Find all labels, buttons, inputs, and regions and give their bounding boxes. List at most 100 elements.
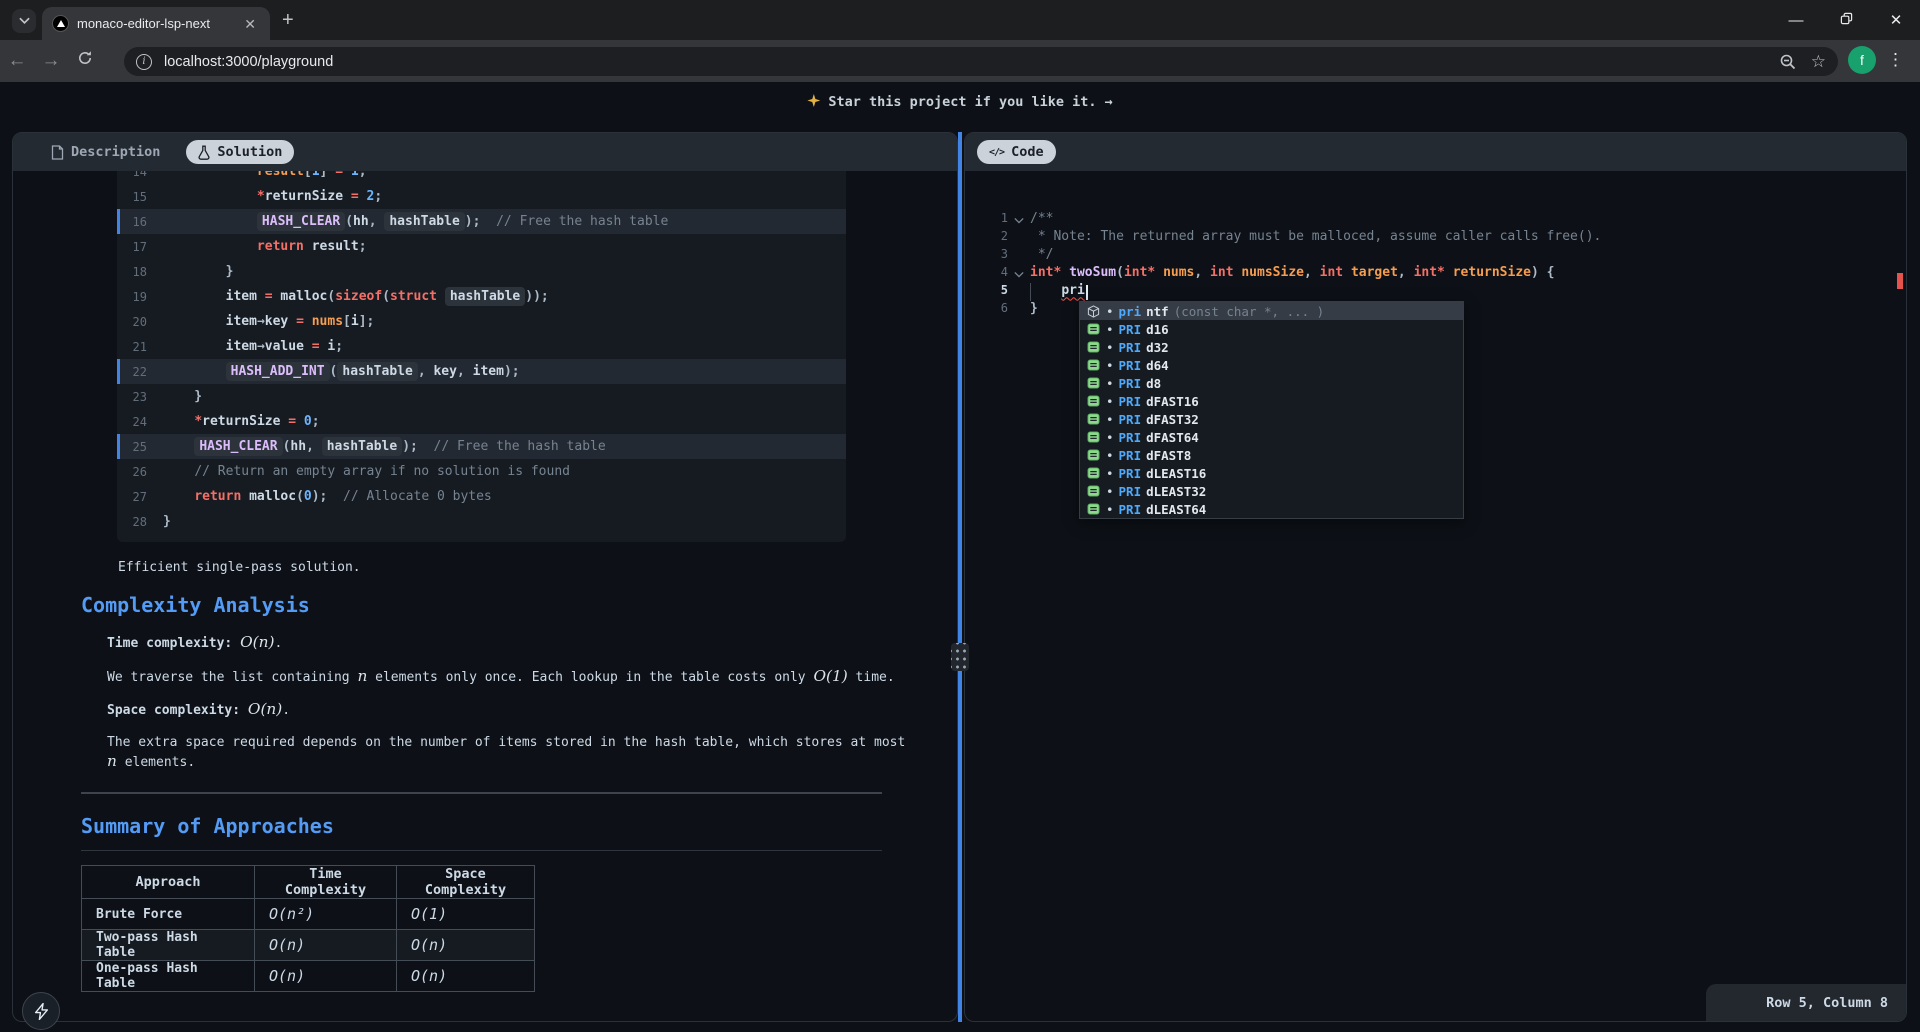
tab-description[interactable]: Description (39, 140, 172, 164)
section-divider (81, 792, 882, 794)
suggestion-item[interactable]: •printf(const char *, ... ) (1080, 302, 1463, 320)
table-cell: Brute Force (82, 899, 255, 930)
editor-line: 4int* twoSum(int* nums, int numsSize, in… (965, 263, 1906, 281)
tab-close-icon[interactable]: ✕ (240, 16, 260, 32)
arrow-right-icon: → (1105, 94, 1113, 110)
autocomplete-dropdown: •printf(const char *, ... )•PRId16•PRId3… (1079, 301, 1464, 519)
editor-line: 5 pri (965, 281, 1906, 299)
window-restore-button[interactable] (1836, 12, 1856, 29)
line-number: 22 (117, 365, 147, 379)
site-info-icon[interactable]: i (136, 54, 152, 70)
code-line: 24 *returnSize = 0; (117, 409, 846, 434)
suggestion-item[interactable]: •PRIdLEAST16 (1080, 464, 1463, 482)
browser-titlebar: monaco-editor-lsp-next ✕ + — ✕ (0, 0, 1920, 40)
constant-icon (1087, 431, 1100, 443)
error-marker (1897, 273, 1903, 289)
constant-icon (1087, 359, 1100, 371)
suggestion-item[interactable]: •PRIdFAST32 (1080, 410, 1463, 428)
code-line: 20 item→key = nums[i]; (117, 309, 846, 334)
code-line: 27 return malloc(0); // Allocate 0 bytes (117, 484, 846, 509)
line-number: 20 (117, 315, 147, 329)
line-number: 19 (117, 290, 147, 304)
back-button[interactable]: ← (0, 50, 34, 72)
new-tab-button[interactable]: + (282, 10, 294, 30)
suggestion-item[interactable]: •PRIdFAST8 (1080, 446, 1463, 464)
suggestion-item[interactable]: •PRId8 (1080, 374, 1463, 392)
tab-code[interactable]: </> Code (977, 140, 1056, 164)
star-project-banner[interactable]: Star this project if you like it. → (0, 94, 1920, 110)
table-cell: O(n) (397, 930, 535, 961)
resize-grip-icon[interactable] (951, 643, 969, 671)
suggestion-item[interactable]: •PRIdLEAST64 (1080, 500, 1463, 518)
editor-line: 2 * Note: The returned array must be mal… (965, 227, 1906, 245)
panel-resize-handle[interactable] (958, 132, 962, 1022)
zoom-icon[interactable] (1779, 53, 1797, 71)
flask-icon (198, 145, 210, 160)
constant-icon (1087, 467, 1100, 479)
line-number: 26 (117, 465, 147, 479)
quick-action-button[interactable] (22, 992, 60, 1030)
space-complexity-desc: The extra space required depends on the … (107, 733, 907, 772)
line-number: 28 (117, 515, 147, 529)
summary-heading: Summary of Approaches (81, 814, 882, 851)
url-text[interactable]: localhost:3000/playground (164, 54, 1765, 70)
page-background: Star this project if you like it. → Descr… (0, 82, 1920, 1032)
line-number: 25 (117, 440, 147, 454)
tab-solution[interactable]: Solution (186, 140, 294, 164)
tab-search-button[interactable] (12, 9, 36, 33)
table-cell: O(n²) (255, 899, 397, 930)
cursor-position: Row 5, Column 8 (1766, 995, 1888, 1011)
zap-icon (34, 1003, 49, 1020)
code-line: 16 HASH_CLEAR(hh, hashTable); // Free th… (117, 209, 846, 234)
monaco-editor[interactable]: 1/**2 * Note: The returned array must be… (965, 171, 1906, 1021)
suggestion-item[interactable]: •PRIdLEAST32 (1080, 482, 1463, 500)
editor-line-number: 3 (965, 247, 1008, 261)
suggestion-item[interactable]: •PRIdFAST16 (1080, 392, 1463, 410)
reload-button[interactable] (68, 50, 102, 72)
editor-line-number: 1 (965, 211, 1008, 225)
suggestion-item[interactable]: •PRId32 (1080, 338, 1463, 356)
banner-text: Star this project if you like it. (828, 94, 1096, 110)
indent-guide (1030, 283, 1031, 301)
code-line: 21 item→value = i; (117, 334, 846, 359)
code-line: 25 HASH_CLEAR(hh, hashTable); // Free th… (117, 434, 846, 459)
profile-avatar[interactable]: f (1848, 46, 1876, 74)
constant-icon (1087, 503, 1100, 515)
reload-icon (77, 50, 93, 66)
fold-chevron-icon (1014, 217, 1024, 224)
constant-icon (1087, 395, 1100, 407)
forward-button[interactable]: → (34, 50, 68, 72)
line-number: 23 (117, 390, 147, 404)
table-header: Time Complexity (255, 866, 397, 899)
favicon (52, 15, 69, 32)
line-number: 21 (117, 340, 147, 354)
constant-icon (1087, 341, 1100, 353)
table-header: Space Complexity (397, 866, 535, 899)
editor-statusbar: Row 5, Column 8 (1706, 984, 1906, 1021)
window-close-button[interactable]: ✕ (1886, 11, 1906, 29)
table-cell: One-pass Hash Table (82, 961, 255, 992)
suggestion-item[interactable]: •PRId16 (1080, 320, 1463, 338)
editor-line-number: 5 (965, 283, 1008, 297)
window-minimize-button[interactable]: — (1786, 12, 1806, 29)
line-number: 24 (117, 415, 147, 429)
browser-tab[interactable]: monaco-editor-lsp-next ✕ (42, 7, 270, 40)
table-cell: O(n) (397, 961, 535, 992)
time-complexity-line: Time complexity: O(n). (107, 633, 282, 651)
editor-line-number: 2 (965, 229, 1008, 243)
url-bar[interactable]: i localhost:3000/playground ☆ (124, 47, 1838, 76)
constant-icon (1087, 449, 1100, 461)
complexity-analysis-heading: Complexity Analysis (81, 593, 310, 617)
suggestion-item[interactable]: •PRIdFAST64 (1080, 428, 1463, 446)
solution-code-block: 14 result[1] = 1;15 *returnSize = 2;16 H… (117, 159, 846, 542)
document-icon (51, 145, 64, 160)
table-row: One-pass Hash TableO(n)O(n) (82, 961, 535, 992)
table-row: Two-pass Hash TableO(n)O(n) (82, 930, 535, 961)
suggestion-item[interactable]: •PRId64 (1080, 356, 1463, 374)
bookmark-star-icon[interactable]: ☆ (1811, 52, 1826, 72)
table-row: Brute ForceO(n²)O(1) (82, 899, 535, 930)
code-line: 28} (117, 509, 846, 534)
line-number: 27 (117, 490, 147, 504)
browser-menu-icon[interactable]: ⋮ (1887, 50, 1904, 70)
table-cell: O(1) (397, 899, 535, 930)
